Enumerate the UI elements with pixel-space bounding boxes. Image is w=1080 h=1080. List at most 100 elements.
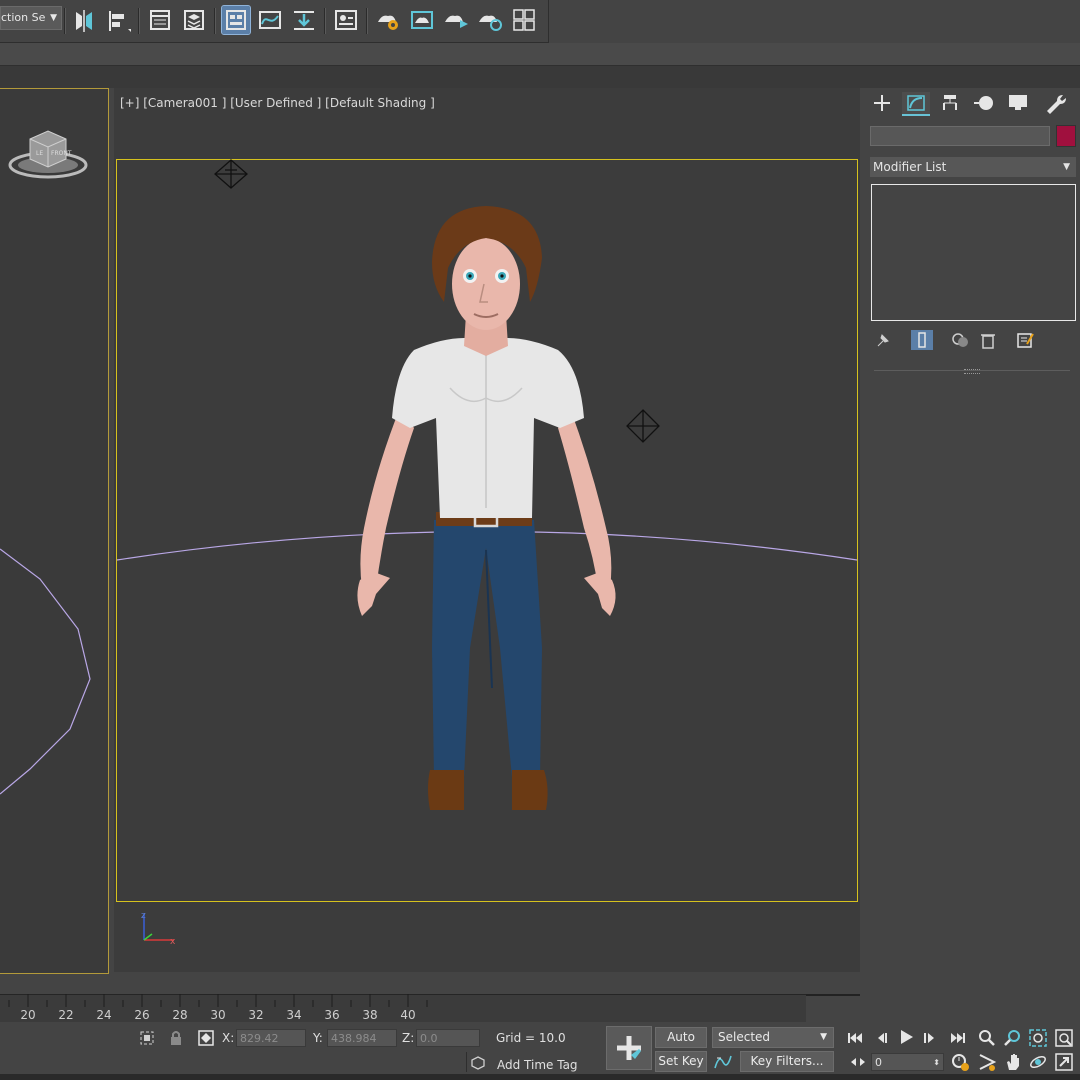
scene-canvas: z x bbox=[116, 159, 858, 947]
zoom-icon[interactable] bbox=[977, 1028, 997, 1048]
render-setup-icon[interactable] bbox=[374, 6, 402, 34]
status-separator bbox=[466, 1052, 467, 1072]
motion-tab-icon[interactable] bbox=[970, 92, 998, 114]
lock-selection-icon[interactable] bbox=[166, 1028, 186, 1048]
remove-modifier-icon[interactable] bbox=[978, 330, 998, 350]
configure-modifier-sets-icon[interactable] bbox=[1015, 330, 1035, 350]
set-keys-button[interactable] bbox=[606, 1026, 652, 1070]
object-name-field[interactable] bbox=[870, 126, 1050, 146]
make-unique-icon[interactable] bbox=[950, 330, 970, 350]
material-editor-icon[interactable] bbox=[332, 6, 360, 34]
point-helper-icon bbox=[214, 159, 248, 189]
display-tab-icon[interactable] bbox=[1004, 92, 1032, 114]
named-selection-set-dropdown[interactable]: ction Se ▼ bbox=[0, 6, 62, 30]
default-tangents-icon[interactable] bbox=[713, 1052, 733, 1072]
pan-view-icon[interactable] bbox=[1003, 1052, 1023, 1072]
time-configuration-icon[interactable] bbox=[950, 1052, 970, 1072]
selection-set-value: ction Se bbox=[1, 11, 46, 24]
x-label: X: bbox=[222, 1031, 235, 1045]
hierarchy-tab-icon[interactable] bbox=[936, 92, 964, 114]
bottom-edge bbox=[0, 1074, 1080, 1080]
z-label: Z: bbox=[402, 1031, 415, 1045]
key-filters-button[interactable]: Key Filters... bbox=[740, 1051, 834, 1072]
timeline-ruler-end bbox=[806, 994, 860, 1024]
timeline-tick-label: 20 bbox=[20, 1008, 36, 1022]
timeline-tick-label: 30 bbox=[210, 1008, 226, 1022]
timeline-tick-label: 32 bbox=[248, 1008, 264, 1022]
zoom-all-icon[interactable] bbox=[1003, 1028, 1023, 1048]
go-to-end-icon[interactable] bbox=[948, 1028, 968, 1048]
chevron-down-icon: ▼ bbox=[50, 13, 57, 23]
utilities-tab-icon[interactable] bbox=[1040, 92, 1068, 114]
absolute-mode-transform-icon[interactable] bbox=[196, 1028, 216, 1048]
key-mode-dropdown[interactable]: Selected ▼ bbox=[712, 1027, 834, 1048]
pin-stack-icon[interactable] bbox=[873, 330, 893, 350]
layer-explorer-icon[interactable] bbox=[180, 6, 208, 34]
key-plus-icon bbox=[617, 1036, 641, 1060]
scene-explorer-icon[interactable] bbox=[146, 6, 174, 34]
toggle-ribbon-icon[interactable] bbox=[221, 5, 251, 35]
svg-text:FRONT: FRONT bbox=[51, 150, 72, 157]
create-tab-icon[interactable] bbox=[868, 92, 896, 114]
modify-tab-icon[interactable] bbox=[902, 92, 930, 116]
axis-tripod-icon: z x bbox=[141, 911, 176, 947]
viewcube-icon: LE FRONT bbox=[8, 130, 88, 179]
auto-key-button[interactable]: Auto Key bbox=[655, 1027, 707, 1063]
curve-editor-icon[interactable] bbox=[256, 6, 284, 34]
toolbar-separator bbox=[324, 8, 326, 34]
left-viewport-canvas: LE FRONT bbox=[0, 130, 91, 795]
chevron-down-icon: ▼ bbox=[1063, 162, 1070, 172]
z-coordinate-field[interactable]: 0.0 bbox=[416, 1029, 480, 1047]
timeline-tick-label: 26 bbox=[134, 1008, 150, 1022]
mirror-icon[interactable] bbox=[70, 6, 98, 34]
timeline-tick-label: 22 bbox=[58, 1008, 74, 1022]
current-frame-field[interactable]: 0 ⬍ bbox=[871, 1053, 944, 1071]
orbit-icon[interactable] bbox=[1028, 1052, 1048, 1072]
y-label: Y: bbox=[313, 1031, 323, 1045]
character-model bbox=[357, 206, 616, 810]
time-tag-icon[interactable] bbox=[470, 1055, 486, 1071]
next-frame-icon[interactable] bbox=[920, 1028, 940, 1048]
previous-frame-icon[interactable] bbox=[872, 1028, 892, 1048]
spinner-icon: ⬍ bbox=[933, 1058, 940, 1067]
modifier-list-dropdown[interactable]: Modifier List ▼ bbox=[870, 157, 1076, 177]
x-coordinate-field[interactable]: 829.42 bbox=[236, 1029, 306, 1047]
go-to-start-icon[interactable] bbox=[845, 1028, 865, 1048]
rollout-grip[interactable] bbox=[964, 369, 980, 374]
zoom-extents-icon[interactable] bbox=[1028, 1028, 1048, 1048]
zoom-extents-all-icon[interactable] bbox=[1054, 1028, 1074, 1048]
rendered-frame-window-icon[interactable] bbox=[408, 6, 436, 34]
render-cloud-icon[interactable] bbox=[510, 6, 538, 34]
play-icon[interactable] bbox=[896, 1027, 916, 1047]
timeline-tick-label: 36 bbox=[324, 1008, 340, 1022]
grid-size: Grid = 10.0 bbox=[496, 1031, 566, 1045]
timeline-ruler bbox=[8, 994, 428, 1007]
chevron-down-icon: ▼ bbox=[820, 1032, 827, 1042]
spline-curve bbox=[0, 548, 91, 795]
render-iterative-icon[interactable] bbox=[476, 6, 504, 34]
add-time-tag-button[interactable]: Add Time Tag bbox=[497, 1058, 578, 1072]
render-production-icon[interactable] bbox=[442, 6, 470, 34]
modifier-list-label: Modifier List bbox=[873, 160, 947, 174]
toolbar-separator bbox=[214, 8, 216, 34]
main-toolbar: ction Se ▼ bbox=[0, 0, 549, 43]
set-key-button[interactable]: Set Key bbox=[655, 1051, 707, 1072]
show-end-result-icon[interactable] bbox=[911, 330, 933, 350]
y-coordinate-field[interactable]: 438.984 bbox=[327, 1029, 397, 1047]
left-viewport[interactable]: LE FRONT bbox=[0, 88, 109, 974]
isolate-selection-icon[interactable] bbox=[137, 1028, 157, 1048]
align-icon[interactable] bbox=[104, 6, 132, 34]
modifier-stack[interactable] bbox=[871, 184, 1076, 321]
toolbar-separator bbox=[138, 8, 140, 34]
ribbon-bar bbox=[0, 43, 1080, 66]
toolbar-separator bbox=[366, 8, 368, 34]
timeline-tick-label: 24 bbox=[96, 1008, 112, 1022]
maximize-viewport-icon[interactable] bbox=[1054, 1052, 1074, 1072]
current-frame-value: 0 bbox=[875, 1056, 882, 1069]
object-color-swatch[interactable] bbox=[1056, 125, 1076, 147]
field-of-view-icon[interactable] bbox=[977, 1052, 997, 1072]
dope-sheet-icon[interactable] bbox=[290, 6, 318, 34]
svg-text:z: z bbox=[141, 911, 146, 921]
key-mode-value: Selected bbox=[718, 1030, 771, 1044]
key-mode-toggle-icon[interactable] bbox=[848, 1052, 868, 1072]
